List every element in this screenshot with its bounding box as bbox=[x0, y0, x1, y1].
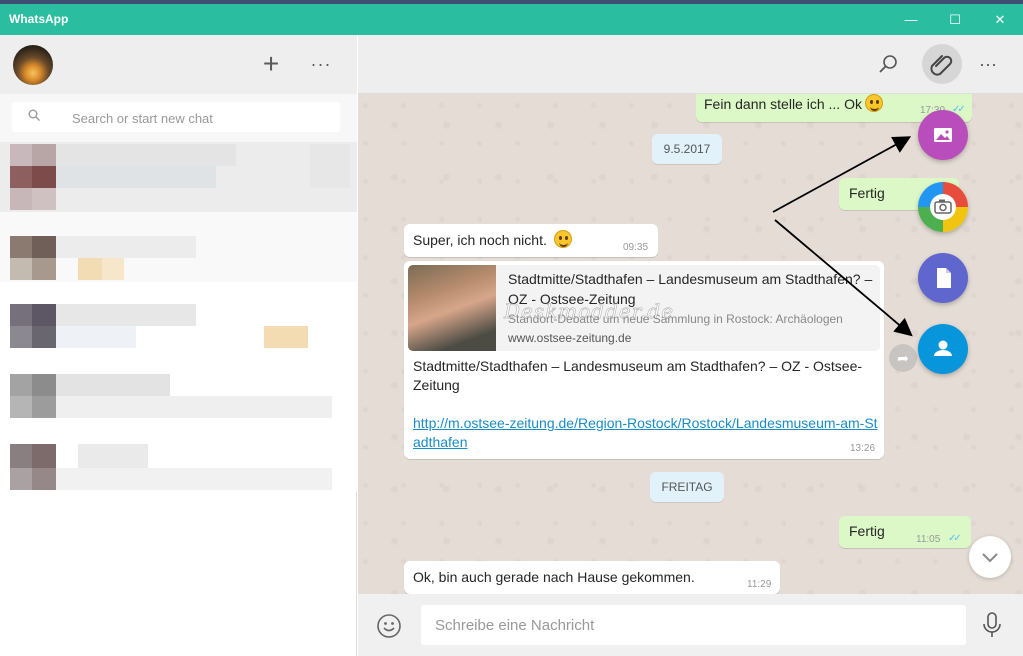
message-text: Fein dann stelle ich ... Ok bbox=[704, 96, 862, 112]
link-preview-card[interactable]: Stadtmitte/Stadthafen – Landesmuseum am … bbox=[408, 265, 880, 351]
search-box[interactable] bbox=[12, 102, 340, 132]
message-time: 11:05 bbox=[916, 534, 941, 545]
message-bubble-incoming[interactable]: Super, ich noch nicht. 09:35 bbox=[404, 224, 658, 257]
message-bubble-incoming[interactable]: Stadtmitte/Stadthafen – Landesmuseum am … bbox=[404, 261, 884, 459]
more-dots-icon[interactable]: ··· bbox=[973, 49, 1003, 79]
close-button[interactable]: ✕ bbox=[980, 8, 1020, 32]
plus-icon[interactable]: + bbox=[256, 50, 286, 80]
attach-contact-button[interactable] bbox=[918, 324, 968, 374]
smiley-emoji bbox=[865, 94, 883, 112]
scroll-down-button[interactable] bbox=[969, 536, 1011, 578]
search-icon[interactable] bbox=[873, 49, 903, 79]
paperclip-icon bbox=[930, 55, 953, 76]
message-bubble-incoming[interactable]: Ok, bin auch gerade nach Hause gekommen.… bbox=[404, 561, 780, 594]
attach-document-button[interactable] bbox=[918, 253, 968, 303]
chevron-down-icon bbox=[982, 553, 998, 563]
whatsapp-window: WhatsApp — ☐ ✕ + ··· Search or start new… bbox=[0, 0, 1023, 656]
date-divider: 9.5.2017 bbox=[652, 134, 722, 164]
link-preview-title: Stadtmitte/Stadthafen – Landesmuseum am … bbox=[508, 271, 873, 307]
message-text: Ok, bin auch gerade nach Hause gekommen. bbox=[413, 569, 695, 585]
camera-icon bbox=[930, 194, 956, 220]
message-link[interactable]: http://m.ostsee-zeitung.de/Region-Rostoc… bbox=[413, 414, 883, 452]
attach-gallery-button[interactable] bbox=[918, 110, 968, 160]
search-icon bbox=[28, 109, 40, 121]
chat-pane: ··· Fein dann stelle ich ... Ok 17:30 ✓✓… bbox=[358, 35, 1023, 656]
minimize-button[interactable]: — bbox=[891, 8, 931, 32]
chat-header: ··· bbox=[358, 35, 1023, 94]
chat-list-item[interactable] bbox=[0, 212, 357, 282]
chat-list-item[interactable] bbox=[0, 352, 357, 422]
read-ticks-icon: ✓✓ bbox=[948, 533, 962, 544]
sidebar: + ··· bbox=[0, 35, 357, 656]
link-preview-domain: www.ostsee-zeitung.de bbox=[508, 331, 632, 345]
date-divider: FREITAG bbox=[650, 472, 724, 502]
profile-avatar[interactable] bbox=[13, 45, 53, 85]
title-bar: WhatsApp — ☐ ✕ bbox=[0, 0, 1023, 35]
maximize-button[interactable]: ☐ bbox=[935, 8, 975, 32]
smiley-emoji bbox=[554, 230, 572, 248]
contact-icon bbox=[934, 340, 952, 356]
attach-camera-button[interactable] bbox=[918, 182, 968, 232]
smiley-icon[interactable] bbox=[376, 613, 402, 639]
sidebar-header: + ··· bbox=[0, 35, 357, 94]
message-composer bbox=[358, 594, 1023, 656]
chat-list-item[interactable] bbox=[0, 282, 357, 352]
search-bar bbox=[0, 94, 357, 142]
attach-button[interactable] bbox=[922, 44, 962, 84]
link-preview-description: Standort-Debatte um neue Sammlung in Ros… bbox=[508, 312, 843, 326]
microphone-icon[interactable] bbox=[980, 611, 1004, 639]
search-input[interactable] bbox=[72, 108, 327, 128]
app-title: WhatsApp bbox=[9, 12, 69, 26]
message-text: Fertig bbox=[849, 523, 885, 539]
message-text: Stadtmitte/Stadthafen – Landesmuseum am … bbox=[413, 358, 863, 393]
chat-list[interactable] bbox=[0, 142, 357, 656]
forward-icon[interactable]: ➦ bbox=[889, 344, 917, 372]
message-time: 09:35 bbox=[623, 242, 649, 253]
message-input[interactable] bbox=[421, 605, 966, 645]
message-time: 11:29 bbox=[747, 579, 772, 590]
message-text: Fertig bbox=[849, 185, 885, 201]
message-time: 13:26 bbox=[850, 443, 876, 454]
more-dots-icon[interactable]: ··· bbox=[306, 49, 336, 79]
message-text: Super, ich noch nicht. bbox=[413, 232, 547, 248]
chat-list-item[interactable] bbox=[0, 422, 357, 492]
chat-list-item[interactable] bbox=[0, 142, 357, 212]
gallery-icon bbox=[934, 128, 952, 142]
message-bubble-outgoing[interactable]: Fertig 11:05 ✓✓ bbox=[839, 516, 971, 548]
link-preview-image bbox=[408, 265, 496, 351]
message-list[interactable]: Fein dann stelle ich ... Ok 17:30 ✓✓ 9.5… bbox=[358, 94, 1023, 594]
document-icon bbox=[937, 268, 951, 288]
